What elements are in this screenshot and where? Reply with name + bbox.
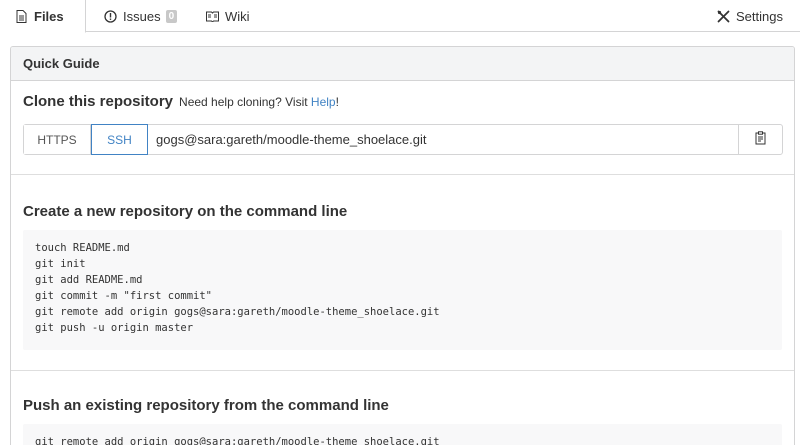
clone-section: Clone this repository Need help cloning?… — [11, 81, 794, 175]
code-line: touch README.md — [35, 242, 130, 254]
file-text-icon — [14, 9, 28, 23]
ssh-button[interactable]: SSH — [91, 124, 148, 155]
tools-icon — [716, 9, 730, 23]
code-line: git add README.md — [35, 274, 143, 286]
quick-guide-header: Quick Guide — [11, 47, 794, 81]
code-line: git remote add origin gogs@sara:gareth/m… — [35, 306, 440, 318]
book-icon — [205, 9, 219, 23]
clone-help-suffix: ! — [335, 95, 339, 109]
clone-url-bar: HTTPS SSH gogs@sara:gareth/moodle-theme_… — [23, 124, 783, 155]
clone-url-input[interactable]: gogs@sara:gareth/moodle-theme_shoelace.g… — [148, 125, 738, 154]
new-repo-title: Create a new repository on the command l… — [23, 203, 348, 220]
help-link[interactable]: Help — [311, 95, 336, 109]
clone-title-row: Clone this repository Need help cloning?… — [23, 93, 782, 110]
clipboard-icon — [755, 131, 767, 148]
tab-files-label: Files — [34, 8, 64, 24]
push-existing-section: Push an existing repository from the com… — [11, 371, 794, 445]
tab-wiki[interactable]: Wiki — [205, 0, 250, 32]
code-line: git commit -m "first commit" — [35, 290, 213, 302]
push-existing-title: Push an existing repository from the com… — [23, 397, 389, 414]
tab-wiki-label: Wiki — [225, 8, 250, 24]
code-line: git remote add origin gogs@sara:gareth/m… — [35, 436, 440, 445]
push-existing-code-block: git remote add origin gogs@sara:gareth/m… — [23, 424, 782, 445]
clone-help-text: Need help cloning? Visit Help! — [179, 95, 339, 109]
tab-issues[interactable]: Issues 0 — [103, 0, 178, 32]
repo-tabs: Files Issues 0 Wiki Settings — [0, 0, 800, 33]
tab-issues-label: Issues — [123, 8, 161, 24]
code-line: git init — [35, 258, 86, 270]
copy-url-button[interactable] — [738, 125, 782, 154]
tab-settings-label: Settings — [736, 8, 783, 24]
clone-title: Clone this repository — [23, 93, 174, 110]
clone-help-prefix: Need help cloning? Visit — [179, 95, 308, 109]
tab-files[interactable]: Files — [0, 0, 86, 33]
tab-settings[interactable]: Settings — [716, 0, 783, 32]
quick-guide-panel: Quick Guide Clone this repository Need h… — [10, 46, 795, 445]
issue-opened-icon — [103, 9, 117, 23]
https-button[interactable]: HTTPS — [24, 125, 91, 154]
code-line: git push -u origin master — [35, 322, 194, 334]
issues-count-badge: 0 — [165, 9, 178, 23]
new-repo-section: Create a new repository on the command l… — [11, 175, 794, 371]
new-repo-code-block: touch README.md git init git add README.md… — [23, 230, 782, 350]
